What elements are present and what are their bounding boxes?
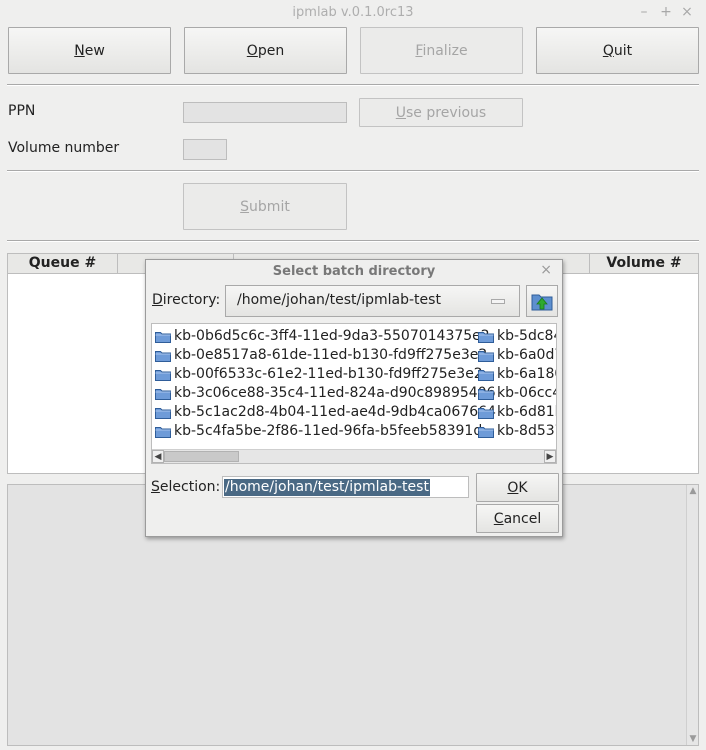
separator bbox=[7, 240, 699, 242]
directory-label: Directory: bbox=[152, 292, 221, 308]
close-icon[interactable]: × bbox=[679, 4, 695, 20]
use-previous-button[interactable]: Use previous bbox=[359, 98, 523, 127]
selection-input[interactable]: /home/johan/test/ipmlab-test bbox=[222, 476, 469, 498]
volume-number-label: Volume number bbox=[8, 140, 120, 156]
open-button[interactable]: Open bbox=[184, 27, 347, 74]
selection-label: Selection: bbox=[151, 479, 221, 495]
folder-icon bbox=[478, 332, 494, 343]
dialog-title: Select batch directory bbox=[272, 264, 436, 279]
scroll-left-icon[interactable]: ◀ bbox=[152, 450, 164, 463]
parent-directory-button[interactable] bbox=[526, 285, 558, 317]
folder-icon bbox=[155, 427, 171, 438]
directory-name: kb-6d81b bbox=[497, 404, 557, 420]
new-button-label: New bbox=[74, 42, 105, 59]
minimize-icon[interactable]: – bbox=[636, 4, 652, 20]
quit-button-label: Quit bbox=[602, 42, 633, 59]
directory-name: kb-00f6533c-61e2-11ed-b130-fd9ff275e3e2 bbox=[174, 366, 483, 382]
scroll-right-icon[interactable]: ▶ bbox=[544, 450, 556, 463]
directory-name: kb-6a0d7 bbox=[497, 347, 557, 363]
separator bbox=[7, 84, 699, 86]
cancel-button[interactable]: Cancel bbox=[476, 504, 559, 533]
volume-number-input[interactable] bbox=[183, 139, 227, 160]
scrollbar-thumb[interactable] bbox=[164, 451, 239, 462]
submit-button-label: Submit bbox=[240, 198, 290, 215]
folder-icon bbox=[478, 427, 494, 438]
finalize-button[interactable]: Finalize bbox=[360, 27, 523, 74]
submit-button[interactable]: Submit bbox=[183, 183, 347, 230]
cancel-button-label: Cancel bbox=[493, 510, 542, 527]
dropdown-indicator-icon bbox=[491, 299, 505, 304]
directory-value: /home/johan/test/ipmlab-test bbox=[237, 292, 441, 308]
directory-name: kb-5c1ac2d8-4b04-11ed-ae4d-9db4ca067664 bbox=[174, 404, 496, 420]
folder-icon bbox=[155, 370, 171, 381]
directory-name: kb-0e8517a8-61de-11ed-b130-fd9ff275e3e2 bbox=[174, 347, 488, 363]
finalize-button-label: Finalize bbox=[415, 42, 468, 59]
directory-list[interactable]: kb-0b6d5c6c-3ff4-11ed-9da3-5507014375e2 k… bbox=[151, 323, 557, 464]
open-button-label: Open bbox=[246, 42, 285, 59]
select-batch-directory-dialog: Select batch directory × Directory: /hom… bbox=[145, 259, 563, 537]
window-titlebar: ipmlab v.0.1.0rc13 – + × bbox=[0, 0, 706, 26]
folder-icon bbox=[478, 408, 494, 419]
column-header-volume[interactable]: Volume # bbox=[590, 254, 698, 274]
folder-icon bbox=[155, 408, 171, 419]
folder-icon bbox=[155, 351, 171, 362]
directory-name: kb-06cc4 bbox=[497, 385, 557, 401]
window-title: ipmlab v.0.1.0rc13 bbox=[292, 5, 414, 20]
scroll-down-icon[interactable]: ▼ bbox=[688, 734, 698, 744]
directory-name: kb-8d537 bbox=[497, 423, 557, 439]
directory-dropdown[interactable]: /home/johan/test/ipmlab-test bbox=[225, 285, 520, 317]
use-previous-label: Use previous bbox=[395, 104, 487, 121]
selection-value: /home/johan/test/ipmlab-test bbox=[224, 479, 430, 496]
directory-name: kb-5c4fa5be-2f86-11ed-96fa-b5feeb58391d bbox=[174, 423, 483, 439]
folder-up-icon bbox=[531, 294, 553, 311]
directory-name: kb-6a180 bbox=[497, 366, 557, 382]
horizontal-scrollbar[interactable]: ◀ ▶ bbox=[152, 449, 556, 463]
ok-button[interactable]: OK bbox=[476, 473, 559, 502]
directory-name: kb-0b6d5c6c-3ff4-11ed-9da3-5507014375e2 bbox=[174, 328, 490, 344]
directory-name: kb-5dc84 bbox=[497, 328, 557, 344]
quit-button[interactable]: Quit bbox=[536, 27, 699, 74]
dialog-close-icon[interactable]: × bbox=[540, 262, 552, 278]
folder-icon bbox=[478, 351, 494, 362]
vertical-scrollbar[interactable]: ▲ ▼ bbox=[686, 485, 698, 745]
ppn-label: PPN bbox=[8, 103, 36, 119]
folder-icon bbox=[155, 389, 171, 400]
ppn-input[interactable] bbox=[183, 102, 347, 123]
maximize-icon[interactable]: + bbox=[658, 4, 674, 20]
ok-button-label: OK bbox=[507, 479, 528, 496]
scroll-up-icon[interactable]: ▲ bbox=[688, 486, 698, 496]
folder-icon bbox=[478, 389, 494, 400]
column-header-queue[interactable]: Queue # bbox=[8, 254, 118, 274]
folder-icon bbox=[478, 370, 494, 381]
new-button[interactable]: New bbox=[8, 27, 171, 74]
separator bbox=[7, 170, 699, 172]
directory-name: kb-3c06ce88-35c4-11ed-824a-d90c89895406 bbox=[174, 385, 496, 401]
folder-icon bbox=[155, 332, 171, 343]
